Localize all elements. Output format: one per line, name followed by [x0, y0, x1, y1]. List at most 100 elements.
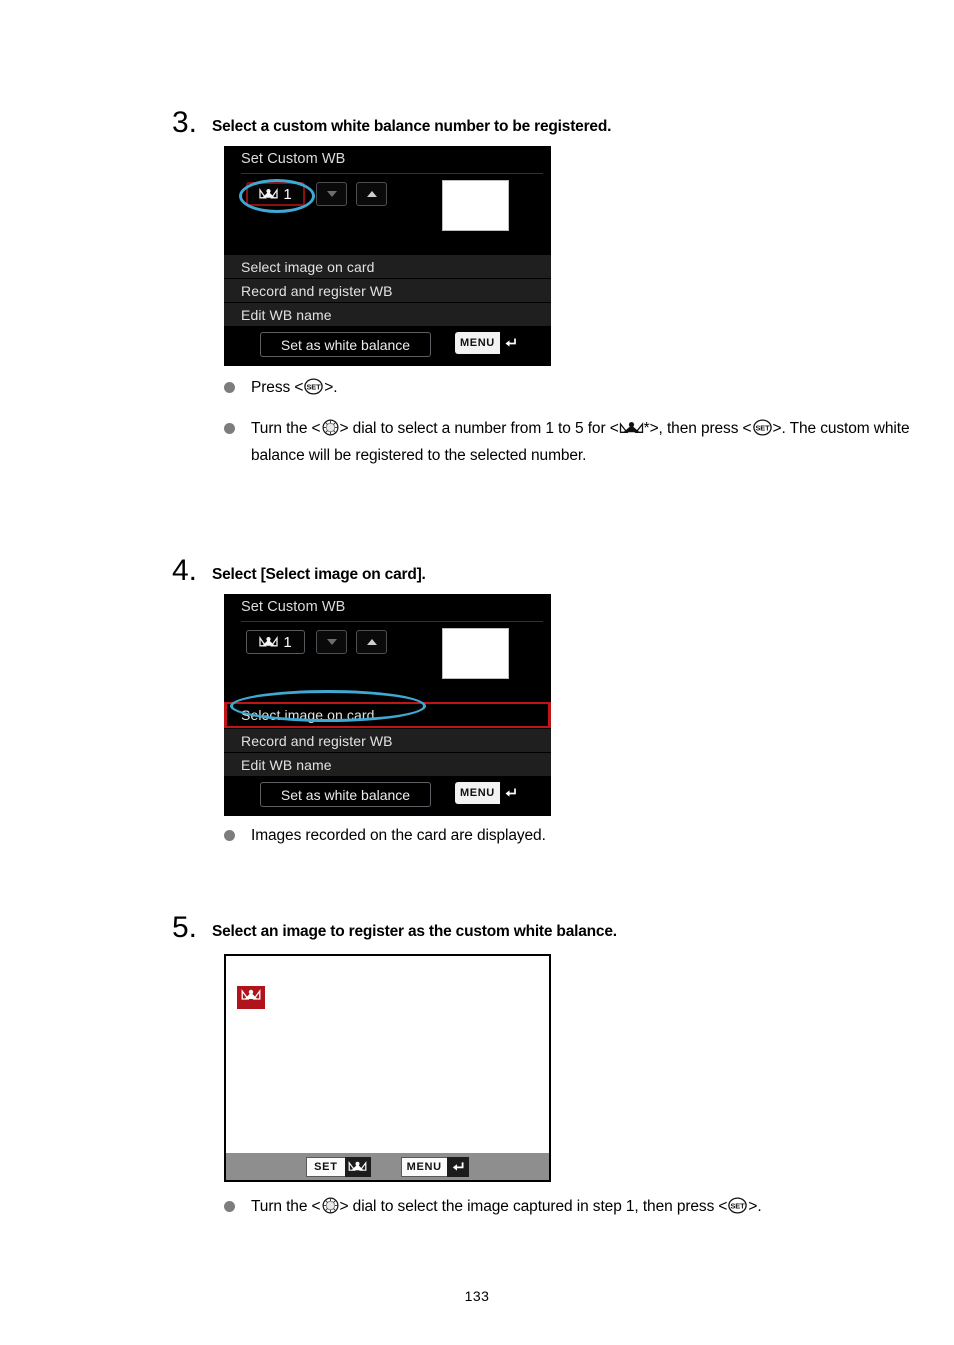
step-3: 3. Select a custom white balance number …: [172, 108, 912, 465]
set-as-white-balance-button[interactable]: Set as white balance: [260, 332, 431, 357]
step-5-heading: 5. Select an image to register as the cu…: [172, 913, 912, 943]
bullet-text: Press < SET >.: [251, 376, 338, 403]
set-as-white-balance-label: Set as white balance: [280, 786, 411, 803]
camera-screen-titlebar: Set Custom WB: [224, 146, 551, 176]
wb-preview-thumbnail: [442, 180, 509, 231]
step-4-bullets: Images recorded on the card are displaye…: [224, 824, 914, 862]
menu-item-select-image-on-card[interactable]: Select image on card: [224, 254, 551, 278]
bullet-text: Images recorded on the card are displaye…: [251, 827, 546, 844]
return-arrow-icon: [446, 1156, 469, 1177]
menu-item-select-image-on-card[interactable]: Select image on card: [224, 702, 551, 728]
wb-number-decrement-button[interactable]: [316, 182, 347, 206]
camera-screen-set-custom-wb-2: Set Custom WB 1 Select image on card Rec…: [224, 594, 551, 816]
menu-item-label: Edit WB name: [241, 306, 332, 323]
step-4-screenshot: Set Custom WB 1 Select image on card Rec…: [224, 594, 551, 816]
bullet-text: Turn the < > dial to select the image cap…: [251, 1195, 762, 1222]
custom-wb-icon: [344, 1156, 371, 1177]
step-5-screenshot: SET MENU: [224, 954, 551, 1182]
menu-item-edit-wb-name[interactable]: Edit WB name: [224, 302, 551, 326]
bullet-dot-icon: [224, 830, 235, 841]
camera-screen-title: Set Custom WB: [241, 151, 346, 167]
step-3-screenshot: Set Custom WB 1 Select image on card Rec…: [224, 146, 551, 366]
menu-item-label: Select image on card: [241, 707, 375, 723]
menu-item-record-and-register-wb[interactable]: Record and register WB: [224, 278, 551, 302]
step-3-bullets: Press < SET >. Turn the < > dial to select …: [224, 376, 914, 482]
menu-button-label: MENU: [455, 782, 500, 804]
page-number: 133: [464, 1288, 490, 1304]
step-4: 4. Select [Select image on card]. Set Cu…: [172, 556, 912, 844]
set-register-button[interactable]: SET: [306, 1156, 371, 1177]
menu-button-label: MENU: [455, 332, 500, 354]
menu-item-label: Edit WB name: [241, 756, 332, 773]
camera-screen-titlebar: Set Custom WB: [224, 594, 551, 624]
bullet-item: Turn the < > dial to select the image cap…: [224, 1195, 914, 1222]
quick-control-dial-icon: [321, 1197, 340, 1222]
menu-item-edit-wb-name[interactable]: Edit WB name: [224, 752, 551, 776]
set-button-label: SET: [306, 1156, 345, 1177]
step-3-title: Select a custom white balance number to …: [212, 118, 612, 135]
camera-menu-list: Select image on card Record and register…: [224, 254, 551, 326]
custom-wb-badge: [237, 986, 265, 1009]
menu-item-label: Select image on card: [241, 258, 375, 275]
bullet-item: Turn the < > dial to select a number from…: [224, 417, 914, 468]
chevron-up-icon: [366, 191, 377, 197]
set-button-icon: SET: [752, 419, 773, 444]
wb-number-increment-button[interactable]: [356, 182, 387, 206]
menu-return-button[interactable]: MENU: [455, 782, 520, 804]
chevron-up-icon: [366, 639, 377, 645]
menu-return-button[interactable]: MENU: [455, 332, 520, 354]
svg-text:SET: SET: [731, 1202, 746, 1211]
custom-wb-icon: [259, 187, 278, 201]
step-3-number: 3.: [172, 106, 198, 139]
bullet-item: Images recorded on the card are displaye…: [224, 824, 914, 848]
bullet-dot-icon: [224, 423, 235, 434]
wb-number-decrement-button[interactable]: [316, 630, 347, 654]
wb-number-box[interactable]: 1: [246, 182, 305, 206]
step-4-number: 4.: [172, 554, 198, 587]
wb-number-increment-button[interactable]: [356, 630, 387, 654]
step-5: 5. Select an image to register as the cu…: [172, 913, 912, 1216]
step-5-bullets: Turn the < > dial to select the image cap…: [224, 1195, 914, 1236]
custom-wb-icon: [241, 988, 261, 1007]
camera-screen-title: Set Custom WB: [241, 599, 346, 615]
wb-preview-thumbnail: [442, 628, 509, 679]
title-underline: [241, 621, 543, 622]
title-underline: [241, 173, 543, 174]
wb-number-box[interactable]: 1: [246, 630, 305, 654]
return-arrow-icon: [499, 332, 520, 354]
quick-control-dial-icon: [321, 419, 340, 444]
camera-screen-footer: Set as white balance MENU: [224, 326, 551, 366]
wb-number-value: 1: [283, 633, 292, 651]
bullet-text: Turn the < > dial to select a number from…: [251, 419, 910, 464]
svg-text:SET: SET: [755, 424, 770, 433]
menu-return-button[interactable]: MENU: [400, 1156, 469, 1177]
set-button-icon: SET: [727, 1197, 748, 1222]
set-as-white-balance-button[interactable]: Set as white balance: [260, 782, 431, 807]
wb-number-value: 1: [283, 185, 292, 203]
set-button-icon: SET: [303, 378, 324, 403]
step-4-title: Select [Select image on card].: [212, 566, 426, 583]
camera-screen-image-select: SET MENU: [224, 954, 551, 1182]
camera-menu-list: Select image on card Record and register…: [224, 702, 551, 776]
camera-screen-wb-selector-area: 1: [224, 624, 551, 702]
bullet-item: Press < SET >.: [224, 376, 914, 403]
camera-screen-wb-selector-area: 1: [224, 176, 551, 254]
chevron-down-icon: [326, 191, 337, 197]
return-arrow-icon: [499, 782, 520, 804]
set-as-white-balance-label: Set as white balance: [280, 336, 411, 353]
chevron-down-icon: [326, 639, 337, 645]
step-5-number: 5.: [172, 911, 198, 944]
menu-button-label: MENU: [400, 1156, 447, 1177]
menu-item-label: Record and register WB: [241, 732, 393, 749]
custom-wb-icon: [619, 420, 644, 444]
menu-item-label: Record and register WB: [241, 282, 393, 299]
step-3-heading: 3. Select a custom white balance number …: [172, 108, 912, 138]
menu-item-record-and-register-wb[interactable]: Record and register WB: [224, 728, 551, 752]
step-5-title: Select an image to register as the custo…: [212, 923, 617, 940]
bullet-dot-icon: [224, 1201, 235, 1212]
manual-page: 3. Select a custom white balance number …: [0, 0, 954, 1345]
svg-text:SET: SET: [307, 383, 322, 392]
bullet-dot-icon: [224, 382, 235, 393]
step-4-heading: 4. Select [Select image on card].: [172, 556, 912, 586]
camera-screen-set-custom-wb-1: Set Custom WB 1 Select image on card Rec…: [224, 146, 551, 366]
